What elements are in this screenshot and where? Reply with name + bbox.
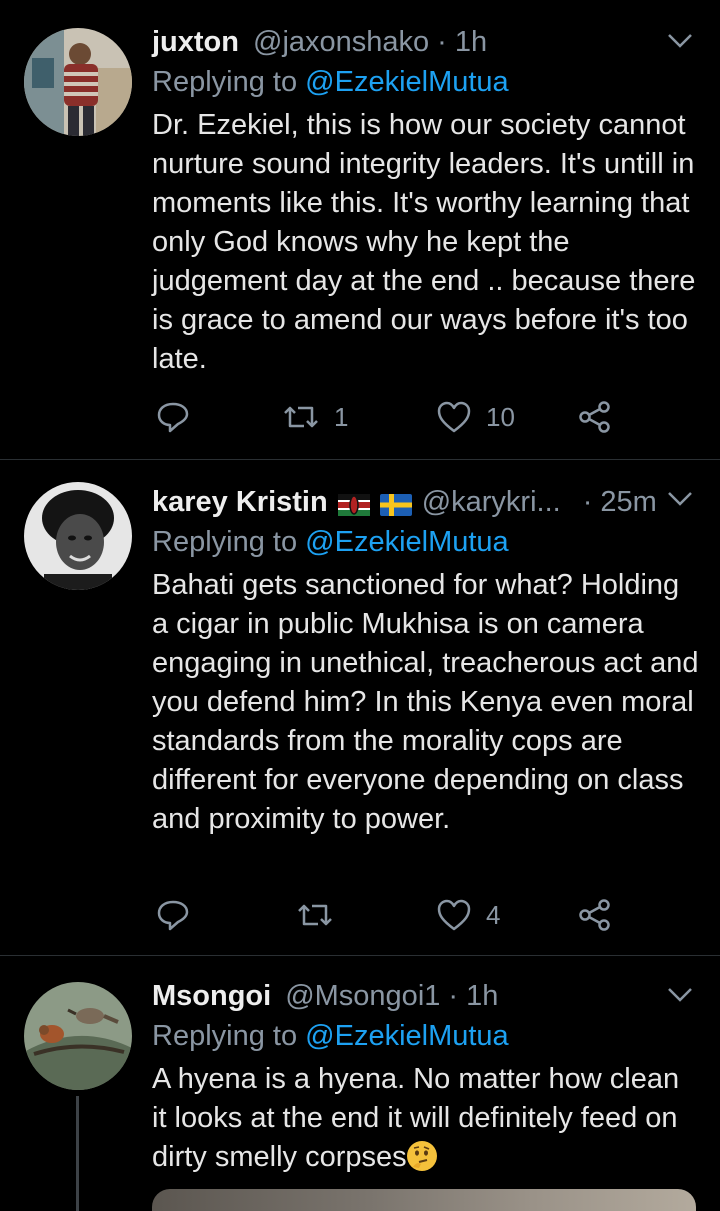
avatar[interactable] [24,982,132,1090]
timestamp: · 1h [448,979,499,1012]
action-bar: 4 [152,898,622,942]
avatar[interactable] [24,28,132,136]
divider [0,459,720,460]
reply-icon [157,900,189,931]
mention-link[interactable]: @EzekielMutua [305,66,509,98]
tweet-karey-kristin[interactable]: karey Kristin @karykri... · 25m Replying… [0,480,720,954]
action-bar: 1 10 [152,400,622,444]
replying-to-label: Replying to [152,1020,298,1052]
mention-link[interactable]: @EzekielMutua [305,1020,509,1052]
tweet-text: Dr. Ezekiel, this is how our society can… [152,109,696,375]
timestamp: · 1h [437,25,488,58]
tweet-text-container: A hyena is a hyena. No matter how clean … [152,1060,700,1177]
display-name[interactable]: juxton [152,26,239,59]
chevron-down-icon[interactable] [666,490,694,508]
heart-icon [437,899,471,931]
replying-to-label: Replying to [152,66,298,98]
tweet-msongoi[interactable]: Msongoi @Msongoi1 · 1h Replying to @Ezek… [0,974,720,1211]
kenya-flag-icon [337,491,370,516]
mention-link[interactable]: @EzekielMutua [305,526,509,558]
reply-button[interactable] [156,898,190,932]
reply-icon [157,402,189,433]
avatar[interactable] [24,482,132,590]
share-button[interactable] [578,400,612,434]
share-icon [579,899,610,931]
replying-to: Replying to @EzekielMutua [152,526,509,559]
replying-to-label: Replying to [152,526,298,558]
timestamp: · 25m [582,485,657,518]
thread-line [76,1096,79,1211]
sweden-flag-icon [379,491,412,516]
display-name[interactable]: karey Kristin [152,486,328,519]
divider [0,955,720,956]
retweet-icon [284,406,318,428]
user-handle[interactable]: @Msongoi1 [285,980,440,1013]
user-handle[interactable]: @karykri... [422,486,561,519]
retweet-icon [298,904,332,926]
like-button[interactable]: 10 [436,400,515,434]
tweet-image[interactable] [152,1189,696,1211]
user-handle[interactable]: @jaxonshako [253,26,429,59]
retweet-count: 1 [334,401,349,432]
replying-to: Replying to @EzekielMutua [152,1020,509,1053]
retweet-button[interactable] [296,898,334,932]
chevron-down-icon[interactable] [666,986,694,1004]
thinking-face-emoji [406,1141,437,1171]
chevron-down-icon[interactable] [666,32,694,50]
retweet-button[interactable]: 1 [282,400,348,434]
like-count: 10 [486,401,515,432]
like-button[interactable]: 4 [436,898,500,932]
tweet-text: Bahati gets sanctioned for what? Holding… [152,569,699,835]
tweet-juxton[interactable]: juxton @jaxonshako · 1h Replying to @Eze… [0,20,720,460]
reply-button[interactable] [156,400,190,434]
share-button[interactable] [578,898,612,932]
display-name[interactable]: Msongoi [152,980,271,1013]
share-icon [579,401,610,433]
replying-to: Replying to @EzekielMutua [152,66,509,99]
heart-icon [437,401,471,433]
like-count: 4 [486,899,501,930]
